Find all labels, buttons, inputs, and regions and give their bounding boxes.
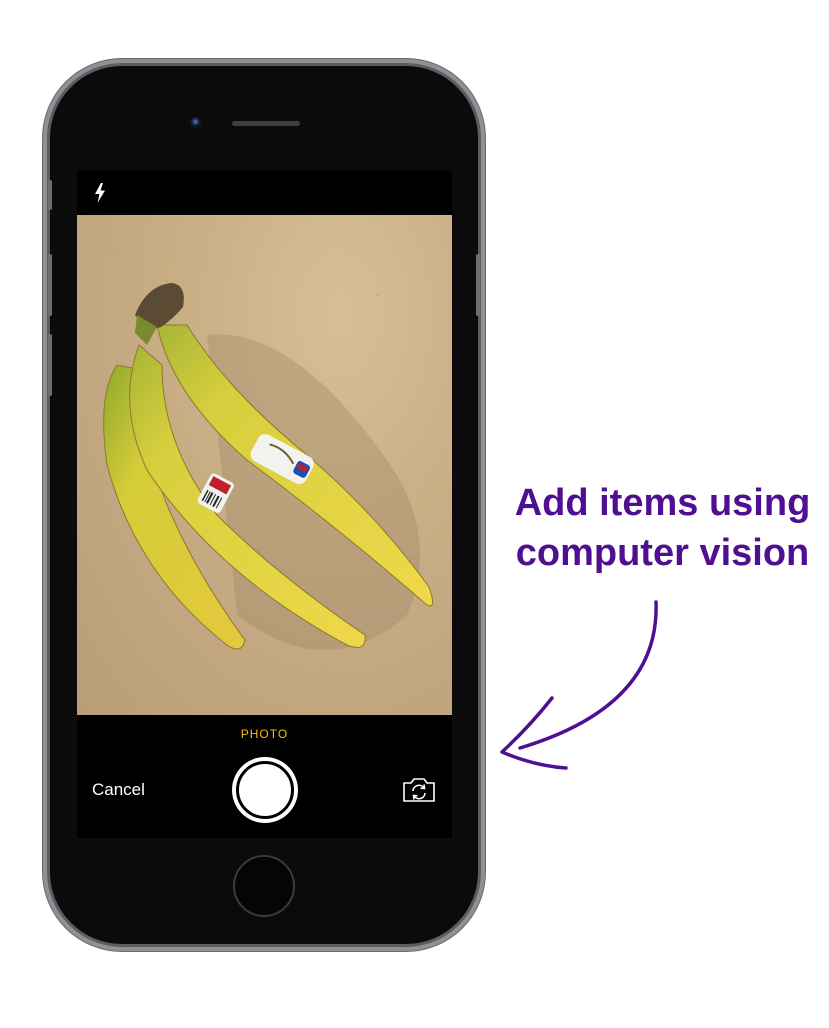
- callout-arrow-icon: [500, 600, 658, 770]
- callout-line-2: computer vision: [515, 532, 810, 574]
- volume-up-button: [48, 254, 52, 316]
- shutter-inner-ring: [236, 761, 294, 819]
- power-button: [476, 254, 480, 316]
- front-camera-icon: [190, 117, 202, 129]
- earpiece-speaker: [232, 121, 300, 126]
- flash-icon[interactable]: [93, 183, 107, 203]
- home-button[interactable]: [233, 855, 295, 917]
- shutter-button[interactable]: [232, 757, 298, 823]
- mode-label-photo[interactable]: PHOTO: [77, 727, 452, 741]
- volume-down-button: [48, 334, 52, 396]
- banana-photo: [96, 254, 433, 686]
- camera-top-bar: [77, 171, 452, 215]
- camera-screen: PHOTO Cancel: [77, 171, 452, 838]
- flip-camera-icon[interactable]: [401, 776, 437, 804]
- callout-text: Add items using computer vision: [500, 478, 825, 578]
- camera-viewfinder[interactable]: [77, 215, 452, 715]
- cancel-button[interactable]: Cancel: [92, 780, 145, 800]
- callout-line-1: Add items using: [514, 482, 811, 524]
- mute-switch: [48, 180, 52, 210]
